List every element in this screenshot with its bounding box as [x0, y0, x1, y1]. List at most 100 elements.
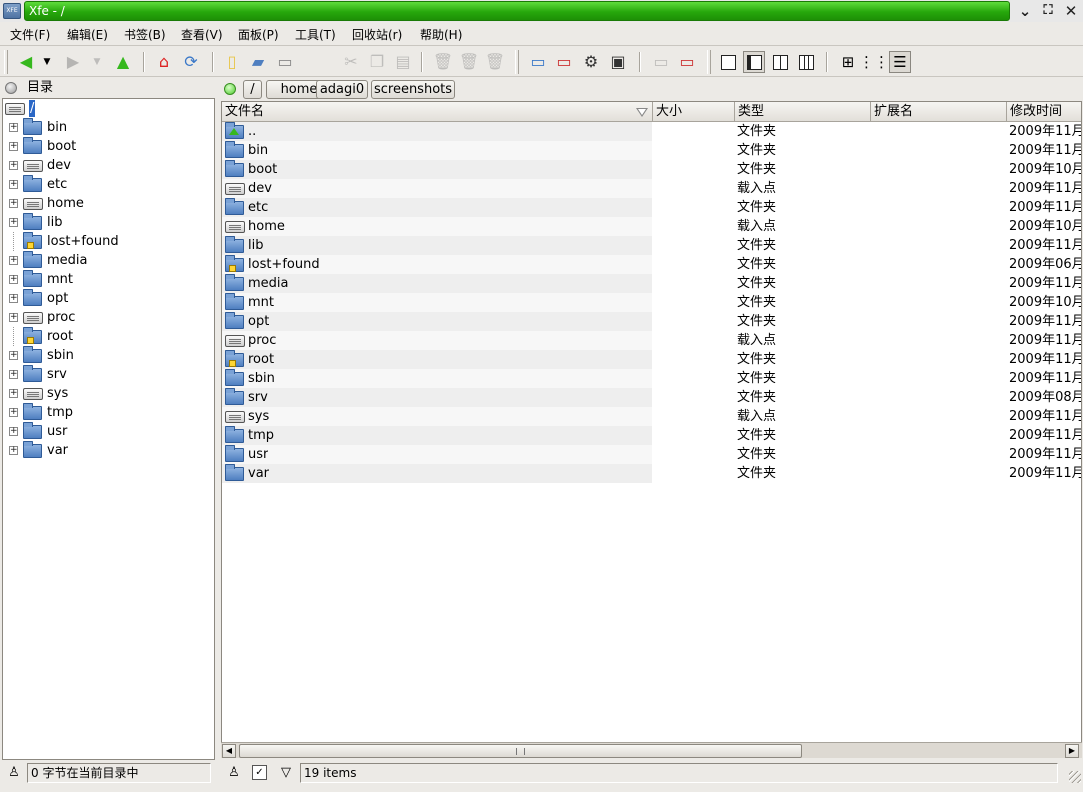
back-history-dropdown-icon[interactable]: ▼: [40, 51, 54, 73]
tree-item-lost-found[interactable]: lost+found: [3, 232, 214, 251]
directory-tree[interactable]: / + bin + boot + dev + etc + home + lib lost+found + m…: [2, 98, 215, 760]
file-row[interactable]: boot 文件夹 2009年10月2: [222, 160, 1081, 179]
tree-item-mnt[interactable]: + mnt: [3, 270, 214, 289]
breadcrumb-root[interactable]: /: [243, 80, 262, 99]
file-row[interactable]: etc 文件夹 2009年11月0: [222, 198, 1081, 217]
file-row[interactable]: root 文件夹 2009年11月0: [222, 350, 1081, 369]
tree-item-label[interactable]: home: [47, 195, 84, 212]
menu-tools[interactable]: 工具(T): [295, 27, 336, 43]
expand-plus-icon[interactable]: +: [9, 142, 18, 151]
new-file-icon[interactable]: ▯: [221, 51, 243, 73]
file-name-cell[interactable]: [222, 122, 652, 141]
big-icons-view-icon[interactable]: ⊞: [837, 51, 859, 73]
tree-item-var[interactable]: + var: [3, 441, 214, 460]
file-name-cell[interactable]: [222, 312, 652, 331]
column-header-type[interactable]: 类型: [735, 102, 871, 122]
file-row[interactable]: lost+found 文件夹 2009年06月0: [222, 255, 1081, 274]
parent-dir-up-icon[interactable]: ▲: [112, 51, 134, 73]
new-folder-icon[interactable]: ▰: [247, 51, 269, 73]
tree-item-label[interactable]: media: [47, 252, 88, 269]
cut-icon[interactable]: ✂: [340, 51, 362, 73]
file-list[interactable]: 文件名 大小 类型 扩展名 修改时间 .. 文件夹 2009年11月0 bin 文件夹 2…: [221, 101, 1082, 758]
close-icon[interactable]: ✕: [1062, 2, 1080, 20]
tree-item-label[interactable]: etc: [47, 176, 67, 193]
unmount-icon[interactable]: ▭: [676, 51, 698, 73]
menu-trash[interactable]: 回收站(r): [352, 27, 402, 43]
file-name-cell[interactable]: [222, 445, 652, 464]
tree-item-root[interactable]: root: [3, 327, 214, 346]
tree-item-sys[interactable]: + sys: [3, 384, 214, 403]
tree-item-srv[interactable]: + srv: [3, 365, 214, 384]
minimize-icon[interactable]: ⌄: [1016, 2, 1034, 20]
file-row[interactable]: var 文件夹 2009年11月0: [222, 464, 1081, 483]
menu-edit[interactable]: 编辑(E): [67, 27, 108, 43]
scroll-right-icon[interactable]: ▶: [1065, 744, 1079, 758]
paste-icon[interactable]: ▤: [392, 51, 414, 73]
forward-history-dropdown-icon[interactable]: ▼: [90, 51, 104, 73]
file-row[interactable]: mnt 文件夹 2009年10月2: [222, 293, 1081, 312]
file-row[interactable]: sys 载入点 2009年11月0: [222, 407, 1081, 426]
breadcrumb-adagi0[interactable]: adagi0: [316, 80, 368, 99]
tree-item-label[interactable]: sbin: [47, 347, 74, 364]
expand-plus-icon[interactable]: +: [9, 123, 18, 132]
terminal-icon[interactable]: ▣: [607, 51, 629, 73]
expand-plus-icon[interactable]: +: [9, 275, 18, 284]
scrollbar-thumb[interactable]: [239, 744, 802, 758]
horizontal-scrollbar[interactable]: ◀ ▶: [221, 742, 1082, 758]
file-row[interactable]: srv 文件夹 2009年08月0: [222, 388, 1081, 407]
tree-item-label[interactable]: bin: [47, 119, 67, 136]
menu-panel[interactable]: 面板(P): [238, 27, 279, 43]
tree-item-opt[interactable]: + opt: [3, 289, 214, 308]
file-name-cell[interactable]: [222, 407, 652, 426]
column-header-size[interactable]: 大小: [653, 102, 735, 122]
file-name-cell[interactable]: [222, 236, 652, 255]
file-row[interactable]: tmp 文件夹 2009年11月0: [222, 426, 1081, 445]
expand-plus-icon[interactable]: +: [9, 389, 18, 398]
tree-item-tmp[interactable]: + tmp: [3, 403, 214, 422]
two-panels-icon[interactable]: [769, 51, 791, 73]
expand-plus-icon[interactable]: +: [9, 313, 18, 322]
file-row[interactable]: media 文件夹 2009年11月0: [222, 274, 1081, 293]
trash-restore-icon[interactable]: 🗑: [458, 51, 480, 73]
resize-grip-icon[interactable]: [1069, 771, 1081, 783]
tree-item-media[interactable]: + media: [3, 251, 214, 270]
expand-plus-icon[interactable]: +: [9, 294, 18, 303]
file-row[interactable]: usr 文件夹 2009年11月0: [222, 445, 1081, 464]
forward-arrow-icon[interactable]: ▶: [62, 51, 84, 73]
detailed-list-view-icon[interactable]: ☰: [889, 51, 911, 73]
file-row[interactable]: home 载入点 2009年10月3: [222, 217, 1081, 236]
menu-view[interactable]: 查看(V): [181, 27, 223, 43]
tree-item-boot[interactable]: + boot: [3, 137, 214, 156]
home-icon[interactable]: ⌂: [153, 51, 175, 73]
tree-item-label[interactable]: /: [29, 100, 36, 117]
file-name-cell[interactable]: [222, 160, 652, 179]
tree-item-dev[interactable]: + dev: [3, 156, 214, 175]
file-row[interactable]: opt 文件夹 2009年11月0: [222, 312, 1081, 331]
toolbar-grip[interactable]: [515, 50, 519, 74]
tree-item-label[interactable]: var: [47, 442, 68, 459]
file-row[interactable]: .. 文件夹 2009年11月0: [222, 122, 1081, 141]
file-name-cell[interactable]: [222, 426, 652, 445]
file-name-cell[interactable]: [222, 198, 652, 217]
tree-item-label[interactable]: lost+found: [47, 233, 119, 250]
refresh-icon[interactable]: ⟳: [180, 51, 202, 73]
expand-plus-icon[interactable]: +: [9, 408, 18, 417]
expand-plus-icon[interactable]: +: [9, 256, 18, 265]
execute-command-icon[interactable]: ⚙: [580, 51, 602, 73]
file-row[interactable]: sbin 文件夹 2009年11月0: [222, 369, 1081, 388]
file-name-cell[interactable]: [222, 179, 652, 198]
tree-item-etc[interactable]: + etc: [3, 175, 214, 194]
tree-item-label[interactable]: usr: [47, 423, 67, 440]
hidden-files-toggle-icon[interactable]: ✓: [252, 765, 267, 780]
new-window-icon[interactable]: ▭: [527, 51, 549, 73]
file-row[interactable]: proc 载入点 2009年11月0: [222, 331, 1081, 350]
tree-item-proc[interactable]: + proc: [3, 308, 214, 327]
tree-item-label[interactable]: proc: [47, 309, 75, 326]
expand-plus-icon[interactable]: +: [9, 370, 18, 379]
tree-item-root[interactable]: /: [3, 99, 214, 118]
tree-and-two-panels-icon[interactable]: [795, 51, 817, 73]
tree-item-label[interactable]: opt: [47, 290, 68, 307]
one-panel-icon[interactable]: [717, 51, 739, 73]
new-symlink-icon[interactable]: ▭: [274, 51, 296, 73]
breadcrumb-screenshots[interactable]: screenshots: [371, 80, 455, 99]
